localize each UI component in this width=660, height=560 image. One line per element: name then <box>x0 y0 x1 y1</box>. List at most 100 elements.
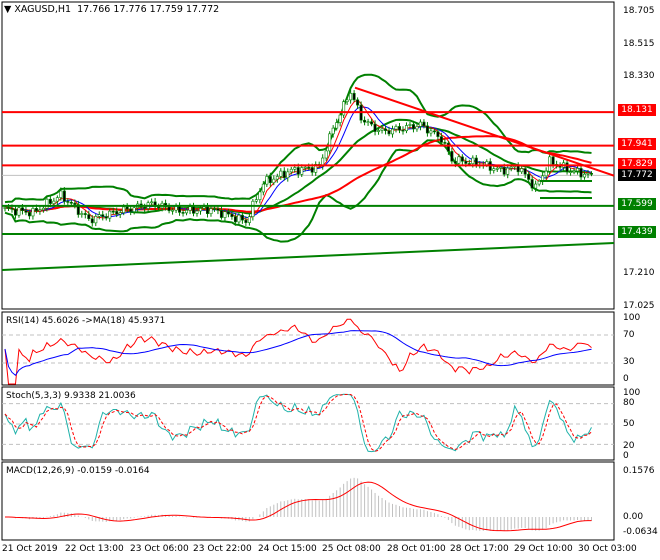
candle-body <box>579 168 583 178</box>
candle-body <box>55 197 59 202</box>
candle-body <box>3 207 7 209</box>
level-tag: 17.599 <box>618 198 656 210</box>
candle-body <box>506 167 510 175</box>
candle-body <box>240 214 244 221</box>
candle-body <box>586 173 590 175</box>
candle-body <box>265 176 269 185</box>
candle-body <box>143 206 147 209</box>
candle-body <box>534 183 538 189</box>
candle-body <box>404 125 408 132</box>
rsi-ma-line <box>4 330 592 376</box>
candle-body <box>363 119 367 123</box>
macd-tick: -0.0634 <box>623 527 658 537</box>
candle-body <box>87 214 91 220</box>
candle-body <box>436 131 440 137</box>
candle-body <box>516 165 520 173</box>
candle-body <box>565 162 569 173</box>
candle-body <box>453 160 457 164</box>
candle-body <box>425 125 429 134</box>
candle-body <box>205 206 209 214</box>
candle-body <box>394 126 398 130</box>
close-value: 17.772 <box>185 4 220 15</box>
candle-body <box>583 173 587 178</box>
candle-body <box>310 167 314 173</box>
candle-body <box>345 99 349 102</box>
candle-body <box>422 121 426 127</box>
candle-body <box>439 136 443 143</box>
candle-body <box>20 207 24 211</box>
candle-body <box>464 160 468 164</box>
price-tick: 18.515 <box>623 39 655 49</box>
price-tick: 18.330 <box>623 71 655 81</box>
candle-body <box>377 130 381 132</box>
candle-body <box>52 200 56 204</box>
candle-body <box>62 190 66 202</box>
candle-body <box>307 166 311 169</box>
candle-body <box>90 218 94 224</box>
candle-body <box>391 128 395 135</box>
chart-canvas[interactable] <box>0 0 660 560</box>
time-tick: 28 Oct 01:00 <box>387 544 446 554</box>
candle-body <box>328 133 332 152</box>
candle-body <box>192 206 196 214</box>
price-tick: 18.705 <box>623 6 655 16</box>
candle-body <box>6 207 10 209</box>
candle-body <box>202 206 206 209</box>
candle-body <box>474 157 478 166</box>
candle-body <box>31 208 35 217</box>
candle-body <box>499 166 503 169</box>
time-tick: 22 Oct 13:00 <box>65 544 124 554</box>
support-trendline <box>1 242 615 271</box>
rsi-tick: 70 <box>623 330 635 340</box>
candle-body <box>576 168 580 172</box>
price-tick: 17.025 <box>623 301 655 311</box>
time-tick: 23 Oct 06:00 <box>130 544 189 554</box>
candle-body <box>296 167 300 175</box>
stoch-main-line <box>4 393 592 453</box>
candle-body <box>188 206 192 211</box>
rsi-tick: 30 <box>623 357 635 367</box>
level-tag: 18.131 <box>618 104 656 116</box>
time-tick: 24 Oct 15:00 <box>258 544 317 554</box>
rsi-tick: 100 <box>623 313 641 323</box>
candle-body <box>73 202 77 205</box>
candle-body <box>13 208 17 216</box>
chart-header: ▼ XAGUSD,H1 17.766 17.776 17.759 17.772 <box>4 4 219 15</box>
candle-body <box>495 168 499 170</box>
ma-fast-blue <box>4 106 592 218</box>
candle-body <box>233 216 237 223</box>
price-chart <box>1 73 615 271</box>
candle-body <box>268 176 272 183</box>
time-tick: 29 Oct 10:00 <box>514 544 573 554</box>
candle-body <box>509 166 513 169</box>
price-tick: 17.210 <box>623 268 655 278</box>
stoch-signal-line <box>4 393 592 452</box>
candle-body <box>380 128 384 131</box>
indicators <box>2 318 614 532</box>
dropdown-triangle-icon[interactable]: ▼ <box>4 4 11 15</box>
candle-body <box>195 210 199 214</box>
candle-body <box>492 168 496 171</box>
candle-body <box>485 161 489 166</box>
candle-body <box>418 121 422 127</box>
candle-body <box>352 92 356 101</box>
candle-body <box>34 208 38 212</box>
symbol-label: XAGUSD,H1 <box>14 4 72 15</box>
time-tick: 30 Oct 03:00 <box>578 544 637 554</box>
candle-body <box>118 212 122 215</box>
candle-body <box>537 180 541 185</box>
stoch-tick: 20 <box>623 441 635 451</box>
high-value: 17.776 <box>113 4 147 15</box>
candle-body <box>471 157 475 164</box>
candle-body <box>548 156 552 172</box>
macd-title: MACD(12,26,9) -0.0159 -0.0164 <box>6 466 150 476</box>
candle-body <box>122 206 126 213</box>
level-tag: 17.439 <box>618 226 656 238</box>
candle-body <box>115 211 119 215</box>
candle-body <box>303 166 307 169</box>
candle-body <box>125 206 129 210</box>
candle-body <box>230 213 234 217</box>
candle-body <box>10 207 14 210</box>
candle-body <box>101 214 105 217</box>
candle-body <box>261 183 265 193</box>
